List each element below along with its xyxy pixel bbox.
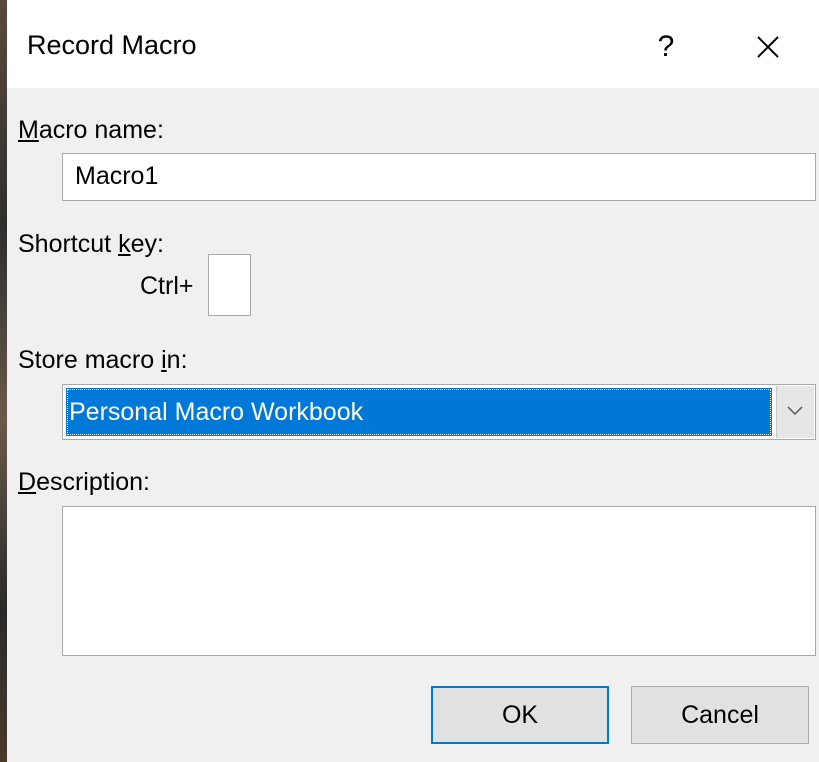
- description-label-text: escription:: [36, 468, 151, 496]
- store-macro-select[interactable]: Personal Macro Workbook: [62, 384, 816, 440]
- store-macro-selected-value: Personal Macro Workbook: [66, 388, 772, 436]
- close-button[interactable]: [745, 24, 791, 70]
- cancel-button[interactable]: Cancel: [631, 686, 809, 744]
- shortcut-key-mnemonic: k: [118, 230, 131, 258]
- record-macro-dialog: Record Macro ? Macro name: Macro1 Shortc…: [7, 0, 819, 762]
- dialog-title: Record Macro: [27, 30, 197, 60]
- description-label: Description:: [18, 468, 150, 497]
- dropdown-button[interactable]: [776, 386, 814, 438]
- background-window-edge: [0, 0, 7, 762]
- shortcut-key-label-after: ey:: [130, 230, 164, 258]
- title-bar: Record Macro ?: [7, 0, 819, 88]
- shortcut-key-input[interactable]: [208, 254, 251, 316]
- store-macro-label-after: n:: [166, 346, 188, 374]
- ok-button[interactable]: OK: [431, 686, 609, 744]
- shortcut-key-label-before: Shortcut: [18, 230, 119, 258]
- description-textarea[interactable]: [62, 506, 816, 656]
- ctrl-label: Ctrl+: [140, 272, 194, 300]
- help-button[interactable]: ?: [643, 24, 689, 70]
- chevron-down-icon: [787, 406, 803, 416]
- description-mnemonic: D: [18, 468, 37, 496]
- macro-name-input[interactable]: Macro1: [62, 153, 816, 201]
- macro-name-mnemonic: M: [18, 116, 39, 144]
- macro-name-label-text: acro name:: [38, 116, 164, 144]
- store-macro-label-before: Store macro: [18, 346, 162, 374]
- close-icon: [757, 36, 779, 58]
- shortcut-key-label: Shortcut key:: [18, 230, 164, 259]
- macro-name-label: Macro name:: [18, 116, 164, 145]
- store-macro-label: Store macro in:: [18, 346, 188, 375]
